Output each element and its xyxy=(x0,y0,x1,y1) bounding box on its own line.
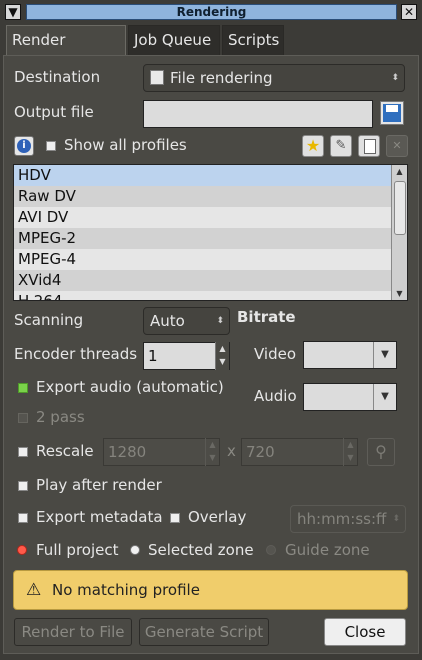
encoder-threads-spinbox[interactable]: 1 ▲ ▼ xyxy=(143,342,230,370)
list-item[interactable]: MPEG-4 xyxy=(14,249,407,270)
chevron-down-icon: ▼ xyxy=(373,342,396,368)
favorite-star-icon[interactable]: ★ xyxy=(302,135,324,157)
spin-arrows[interactable]: ▲ ▼ xyxy=(215,342,229,370)
overlay-value: hh:mm:ss:ff xyxy=(297,510,387,528)
two-pass-label: 2 pass xyxy=(36,408,85,426)
aspect-lock-icon[interactable]: ⚲ xyxy=(367,438,395,466)
spin-arrows[interactable]: ▲ ▼ xyxy=(205,438,219,466)
video-bitrate-label: Video xyxy=(254,345,297,363)
selected-zone-label: Selected zone xyxy=(148,541,254,559)
window-title: Rendering xyxy=(26,4,397,20)
new-profile-icon[interactable] xyxy=(358,135,380,157)
guide-zone-radio[interactable] xyxy=(266,545,276,555)
scroll-thumb[interactable] xyxy=(394,181,406,235)
destination-value: File rendering xyxy=(170,69,273,87)
warning-text: No matching profile xyxy=(52,581,200,599)
edit-profile-icon[interactable]: ✎ xyxy=(330,135,352,157)
chevron-updown-icon: ⬍ xyxy=(391,73,399,83)
output-file-input[interactable] xyxy=(143,100,373,128)
info-icon[interactable]: i xyxy=(14,136,34,156)
list-item[interactable]: H.264 xyxy=(14,291,407,300)
export-metadata-label: Export metadata xyxy=(36,508,163,526)
export-audio-checkbox[interactable] xyxy=(18,383,28,393)
chevron-updown-icon: ⬍ xyxy=(216,316,224,326)
rescale-width-input[interactable]: 1280 ▲ ▼ xyxy=(103,438,220,466)
export-audio-label: Export audio (automatic) xyxy=(36,378,224,396)
rescale-height-value: 720 xyxy=(246,443,275,461)
full-project-radio[interactable] xyxy=(17,545,27,555)
rendering-window: ▼ Rendering ✕ Render Project Job Queue S… xyxy=(0,0,422,660)
audio-bitrate-label: Audio xyxy=(254,387,297,405)
overlay-checkbox[interactable] xyxy=(170,513,180,523)
show-all-profiles-checkbox[interactable] xyxy=(46,141,56,151)
overlay-select[interactable]: hh:mm:ss:ff ⬍ xyxy=(290,505,406,533)
destination-label: Destination xyxy=(14,68,101,86)
tab-job-queue[interactable]: Job Queue xyxy=(128,25,220,55)
output-file-label: Output file xyxy=(14,103,94,121)
rescale-checkbox[interactable] xyxy=(18,447,28,457)
spin-arrows[interactable]: ▲ ▼ xyxy=(343,438,357,466)
list-item[interactable]: AVI DV xyxy=(14,207,407,228)
video-bitrate-select[interactable]: ▼ xyxy=(303,341,397,369)
guide-zone-label: Guide zone xyxy=(285,541,370,559)
show-all-profiles-label: Show all profiles xyxy=(64,136,187,154)
tab-scripts[interactable]: Scripts xyxy=(222,25,284,55)
chevron-updown-icon: ⬍ xyxy=(392,514,400,524)
list-item[interactable]: MPEG-2 xyxy=(14,228,407,249)
document-icon xyxy=(150,70,164,85)
bitrate-heading: Bitrate xyxy=(237,308,296,326)
two-pass-checkbox[interactable] xyxy=(18,413,28,423)
rescale-label: Rescale xyxy=(36,442,94,460)
rescale-height-input[interactable]: 720 ▲ ▼ xyxy=(241,438,358,466)
overlay-label: Overlay xyxy=(188,508,247,526)
scanning-select[interactable]: Auto ⬍ xyxy=(143,307,230,335)
destination-select[interactable]: File rendering ⬍ xyxy=(143,64,405,92)
profiles-list[interactable]: HDV Raw DV AVI DV MPEG-2 MPEG-4 XVid4 H.… xyxy=(13,164,408,301)
encoder-threads-value: 1 xyxy=(148,347,158,365)
list-item[interactable]: Raw DV xyxy=(14,186,407,207)
warning-icon: ⚠ xyxy=(26,580,42,600)
save-icon[interactable] xyxy=(380,101,404,125)
title-bar: ▼ Rendering ✕ xyxy=(0,0,422,24)
render-to-file-button[interactable]: Render to File xyxy=(14,618,132,646)
play-after-render-label: Play after render xyxy=(36,476,162,494)
scanning-value: Auto xyxy=(150,312,185,330)
rescale-separator: x xyxy=(227,442,236,460)
close-window-button[interactable]: ✕ xyxy=(401,4,417,20)
scroll-down-icon[interactable]: ▼ xyxy=(392,287,407,300)
list-item[interactable]: HDV xyxy=(14,165,407,186)
export-metadata-checkbox[interactable] xyxy=(18,513,28,523)
play-after-render-checkbox[interactable] xyxy=(18,481,28,491)
scroll-up-icon[interactable]: ▲ xyxy=(392,165,407,178)
chevron-down-icon: ▼ xyxy=(373,384,396,410)
warning-message: ⚠ No matching profile xyxy=(13,570,408,610)
tab-render-project[interactable]: Render Project xyxy=(6,25,126,78)
encoder-threads-label: Encoder threads xyxy=(14,345,138,363)
rescale-width-value: 1280 xyxy=(108,443,147,461)
delete-profile-icon[interactable]: ✕ xyxy=(386,135,408,157)
list-item[interactable]: XVid4 xyxy=(14,270,407,291)
generate-script-button[interactable]: Generate Script xyxy=(139,618,269,646)
selected-zone-radio[interactable] xyxy=(130,545,140,555)
full-project-label: Full project xyxy=(36,541,119,559)
close-button[interactable]: Close xyxy=(324,618,406,646)
window-menu-button[interactable]: ▼ xyxy=(5,4,21,20)
profiles-scrollbar[interactable]: ▲ ▼ xyxy=(391,165,407,300)
audio-bitrate-select[interactable]: ▼ xyxy=(303,383,397,411)
scanning-label: Scanning xyxy=(14,311,84,329)
